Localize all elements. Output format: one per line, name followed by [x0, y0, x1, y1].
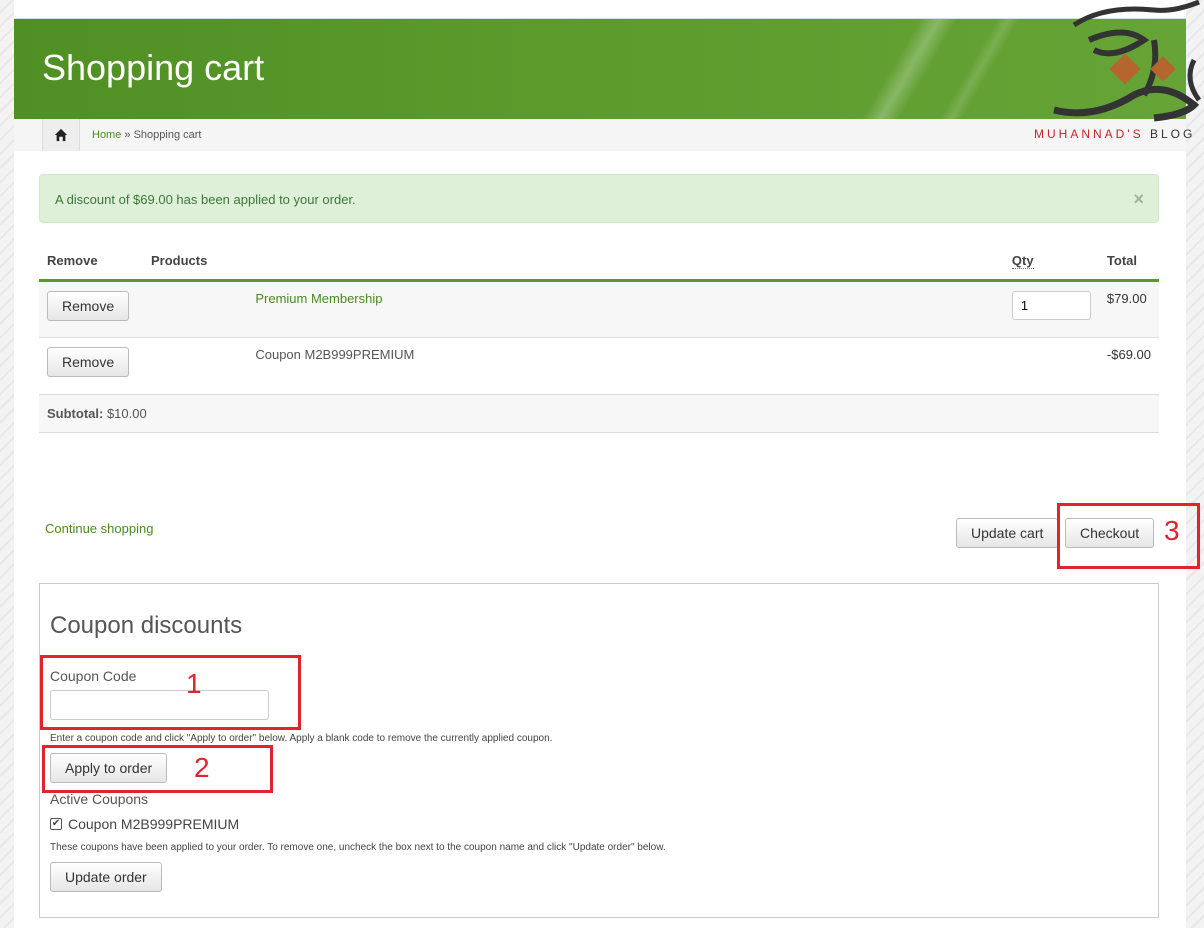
watermark-text: MUHANNAD'S BLOG: [1034, 127, 1196, 141]
col-products-spacer: [215, 243, 1004, 282]
annotation-number-2: 2: [194, 752, 210, 783]
top-bar: [14, 0, 1186, 19]
product-name: Coupon M2B999PREMIUM: [215, 337, 1004, 395]
annotation-number-1: 1: [186, 668, 202, 699]
col-remove: Remove: [39, 243, 143, 282]
row-total: -$69.00: [1098, 337, 1159, 395]
annotation-number-3: 3: [1164, 515, 1180, 546]
col-products: Products: [143, 243, 216, 282]
table-row: Remove Premium Membership $79.00: [39, 280, 1159, 338]
annotation-box-2: [42, 745, 273, 793]
page-header: Shopping cart: [14, 19, 1186, 119]
subtotal-label: Subtotal:: [47, 405, 104, 421]
continue-shopping-link[interactable]: Continue shopping: [45, 521, 153, 536]
update-order-button[interactable]: Update order: [50, 862, 162, 892]
active-coupon-row: ✔ Coupon M2B999PREMIUM: [50, 816, 239, 832]
active-coupon-name: Coupon M2B999PREMIUM: [68, 816, 240, 832]
breadcrumb-separator: »: [124, 129, 131, 141]
remove-button[interactable]: Remove: [47, 346, 130, 377]
active-coupons-label: Active Coupons: [50, 791, 149, 807]
breadcrumb: Home » Shopping cart: [14, 119, 1186, 151]
active-coupon-checkbox[interactable]: ✔: [50, 818, 62, 830]
subtotal-value: $10.00: [106, 405, 147, 421]
remove-button[interactable]: Remove: [47, 290, 130, 321]
breadcrumb-trail: Home » Shopping cart: [92, 129, 201, 141]
row-total: $79.00: [1098, 280, 1159, 338]
alert-message: A discount of $69.00 has been applied to…: [55, 192, 356, 207]
breadcrumb-current: Shopping cart: [133, 129, 202, 141]
cart-header-row: Remove Products Qty Total: [39, 243, 1159, 282]
watermark-logo: [1034, 0, 1204, 145]
discount-alert: A discount of $69.00 has been applied to…: [39, 174, 1159, 223]
breadcrumb-home-link[interactable]: Home: [92, 129, 121, 141]
close-icon[interactable]: ×: [1133, 189, 1144, 210]
col-qty: Qty: [1003, 243, 1099, 282]
qty-input[interactable]: [1011, 290, 1091, 320]
product-link[interactable]: Premium Membership: [255, 291, 382, 306]
page-title: Shopping cart: [42, 47, 265, 88]
annotation-box-1: [40, 655, 301, 730]
coupon-title: Coupon discounts: [50, 612, 243, 639]
subtotal-row: Subtotal: $10.00: [39, 394, 1159, 433]
update-cart-button[interactable]: Update cart: [956, 518, 1059, 548]
table-row: Remove Coupon M2B999PREMIUM -$69.00: [39, 337, 1159, 395]
coupon-help-text: Enter a coupon code and click "Apply to …: [50, 733, 553, 744]
col-total: Total: [1098, 243, 1159, 282]
active-coupons-help: These coupons have been applied to your …: [50, 842, 666, 853]
home-icon[interactable]: [42, 119, 80, 151]
cart-table: Remove Products Qty Total Remove Premium…: [39, 243, 1159, 433]
